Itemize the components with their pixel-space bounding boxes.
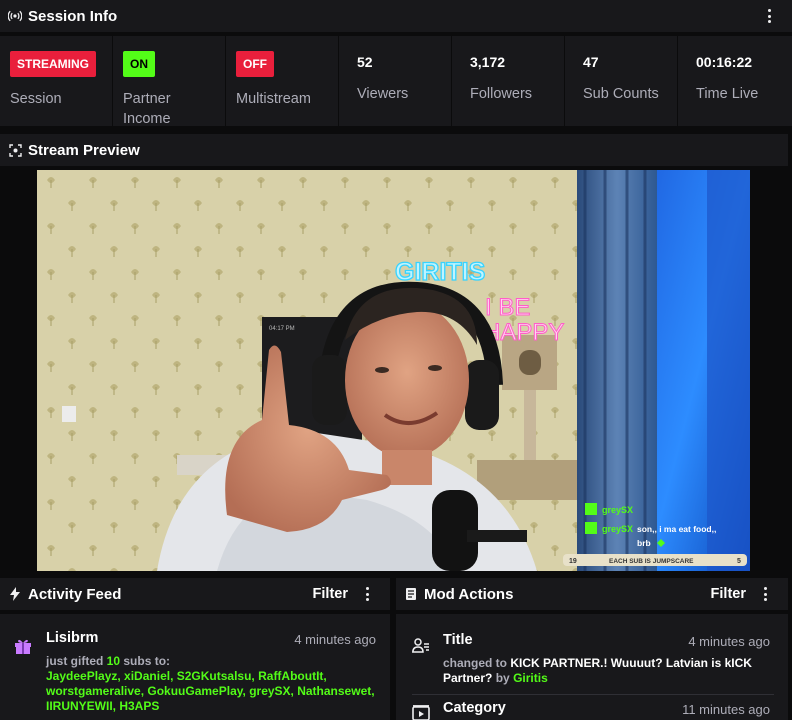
multistream-badge: OFF — [236, 51, 274, 77]
goal-target: 5 — [737, 558, 741, 565]
stream-preview-video[interactable]: 04:17 PM GIRITIS I BE HAPPY greySX greyS… — [37, 170, 750, 571]
mod-action-prefix: changed to — [443, 656, 508, 670]
activity-username[interactable]: Lisibrm — [46, 630, 98, 646]
chat-message-cont: brb — [637, 538, 651, 548]
gift-text-prefix: just gifted — [46, 654, 104, 668]
time-live-value: 00:16:22 — [696, 54, 753, 70]
chat-user: greySX — [602, 524, 633, 534]
activity-feed-list: Lisibrm 4 minutes ago just gifted 10 sub… — [0, 614, 390, 720]
neon-sign-line1: I BE — [485, 294, 530, 321]
session-info-title: Session Info — [28, 7, 118, 25]
session-menu-icon[interactable] — [768, 9, 772, 23]
chat-user: greySX — [602, 505, 633, 515]
mod-actions-header: Mod Actions Filter — [396, 578, 788, 610]
stat-label: Multistream — [236, 91, 311, 107]
broadcast-icon — [8, 9, 22, 23]
session-info-header: Session Info — [0, 0, 792, 32]
stat-sub-counts: 47 Sub Counts — [565, 36, 678, 126]
gift-recipients: JaydeePlayz, xiDaniel, S2GKutsalsu, Raff… — [46, 669, 375, 713]
category-icon — [412, 705, 430, 720]
goal-label: EACH SUB IS JUMPSCARE — [609, 558, 694, 565]
stat-label: Sub Counts — [583, 86, 659, 102]
stream-preview-title: Stream Preview — [28, 141, 140, 159]
activity-feed-header: Activity Feed Filter — [0, 578, 390, 610]
session-stats: STREAMING Session ON Partner Income OFF … — [0, 36, 792, 127]
mod-action-title: Category — [443, 700, 506, 716]
sub-count: 47 — [583, 54, 599, 70]
goal-current: 19 — [569, 558, 577, 565]
mod-action-user[interactable]: Giritis — [513, 671, 548, 685]
stat-time-live: 00:16:22 Time Live — [678, 36, 792, 126]
stat-label: Partner Income — [123, 91, 171, 127]
sub-goal-bar: 19 EACH SUB IS JUMPSCARE 5 — [563, 554, 747, 566]
user-edit-icon — [412, 638, 430, 659]
stat-session: STREAMING Session — [0, 36, 113, 126]
activity-description: just gifted 10 subs to: JaydeePlayz, xiD… — [46, 654, 386, 714]
mod-menu-icon[interactable] — [764, 587, 768, 601]
session-status-badge: STREAMING — [10, 51, 96, 77]
document-icon — [404, 587, 418, 601]
stat-label: Followers — [470, 86, 533, 102]
stat-label: Session — [10, 91, 62, 107]
activity-filter-button[interactable]: Filter — [313, 586, 348, 602]
mod-actions-title: Mod Actions — [424, 585, 514, 603]
stat-label: Time Live — [696, 86, 759, 102]
followers-count: 3,172 — [470, 54, 506, 70]
stream-frame: 04:17 PM GIRITIS I BE HAPPY greySX greyS… — [37, 170, 750, 571]
activity-menu-icon[interactable] — [366, 587, 370, 601]
viewers-count: 52 — [357, 54, 373, 70]
chat-message: son,, i ma eat food,, — [637, 524, 716, 534]
stream-preview-header: Stream Preview — [0, 134, 788, 166]
activity-feed-title: Activity Feed — [28, 585, 122, 603]
mod-action-by: by — [495, 671, 510, 685]
gift-text-suffix: subs to: — [123, 654, 171, 668]
gift-icon — [14, 638, 32, 659]
mod-divider — [412, 694, 774, 695]
stat-viewers: 52 Viewers — [339, 36, 452, 126]
monitor-clock: 04:17 PM — [269, 326, 295, 332]
stat-multistream: OFF Multistream — [226, 36, 339, 126]
mod-action-title: Title — [443, 632, 473, 648]
mod-action-description: changed to KICK PARTNER.! Wuuuut? Latvia… — [443, 656, 773, 686]
stat-followers: 3,172 Followers — [452, 36, 565, 126]
stat-label: Viewers — [357, 86, 409, 102]
gift-count: 10 — [106, 654, 121, 668]
mod-action-timestamp: 4 minutes ago — [688, 634, 770, 649]
partner-income-badge: ON — [123, 51, 155, 77]
activity-timestamp: 4 minutes ago — [294, 632, 376, 647]
mod-action-timestamp: 11 minutes ago — [682, 702, 770, 717]
stat-partner-income: ON Partner Income — [113, 36, 226, 127]
mod-actions-list: Title 4 minutes ago changed to KICK PART… — [396, 614, 788, 720]
mod-filter-button[interactable]: Filter — [711, 586, 746, 602]
bolt-icon — [8, 587, 22, 601]
preview-icon — [8, 143, 22, 157]
